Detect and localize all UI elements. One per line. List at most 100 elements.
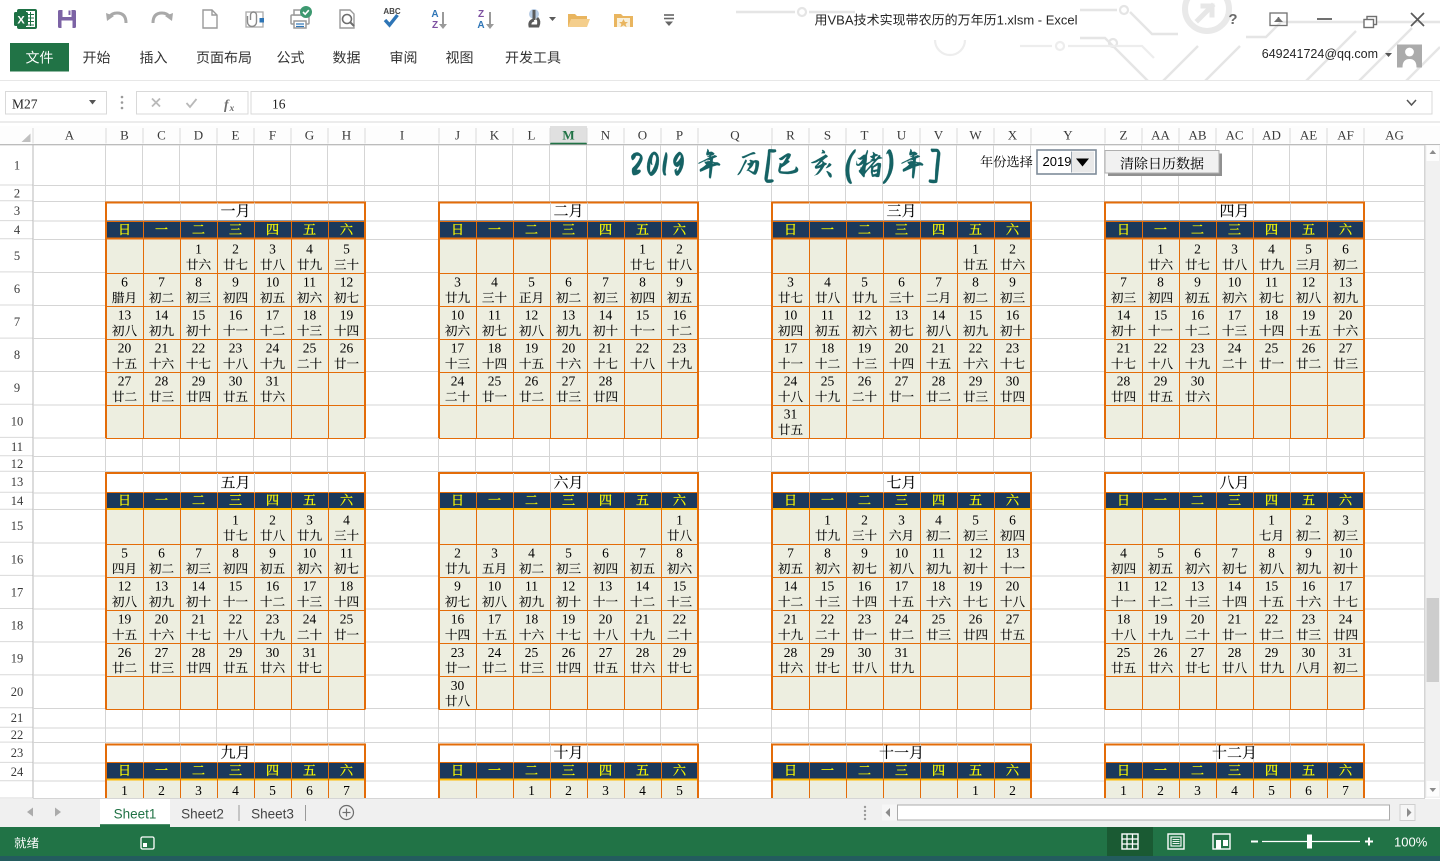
svg-text:16: 16 [266,579,280,594]
svg-text:4: 4 [1120,546,1127,561]
svg-text:VBA: VBA [828,13,854,28]
svg-text:13: 13 [599,579,613,594]
svg-text:27: 27 [599,645,613,660]
svg-text:14: 14 [599,308,613,323]
svg-text:11: 11 [1265,275,1278,290]
svg-text:24: 24 [303,612,317,627]
svg-text:10: 10 [488,579,502,594]
svg-text:2: 2 [1157,783,1164,798]
svg-text:13: 13 [1191,579,1205,594]
svg-text:22: 22 [636,341,650,356]
svg-text:4: 4 [639,783,646,798]
svg-text:25: 25 [821,374,835,389]
svg-text:25: 25 [1117,645,1131,660]
svg-text:18: 18 [11,619,24,633]
svg-text:30: 30 [858,645,872,660]
svg-text:29: 29 [969,374,983,389]
svg-text:1: 1 [14,159,20,173]
svg-text:9: 9 [269,546,276,561]
svg-text:18: 18 [488,341,502,356]
svg-text:19: 19 [340,308,354,323]
svg-text:3: 3 [491,546,498,561]
svg-text:7: 7 [1342,783,1349,798]
svg-text:6: 6 [1009,512,1016,527]
svg-text:16: 16 [1006,308,1020,323]
svg-text:U: U [897,128,907,143]
svg-text:11: 11 [303,275,316,290]
svg-text:24: 24 [488,645,502,660]
svg-text:26: 26 [969,612,983,627]
svg-text:25: 25 [1265,341,1279,356]
svg-text:31: 31 [266,374,280,389]
svg-text:3: 3 [1194,783,1201,798]
svg-text:5: 5 [861,275,868,290]
svg-text:14: 14 [11,494,24,508]
svg-text:23: 23 [1006,341,1020,356]
svg-text:A: A [477,20,484,31]
svg-text:10: 10 [303,546,317,561]
svg-text:20: 20 [1006,579,1020,594]
svg-text:1: 1 [121,783,128,798]
svg-text:4: 4 [935,512,942,527]
svg-text:P: P [676,128,683,143]
svg-text:27: 27 [1006,612,1020,627]
svg-text:19: 19 [858,341,872,356]
svg-text:13: 13 [118,308,132,323]
svg-text:24: 24 [11,765,24,779]
svg-text:13: 13 [155,579,169,594]
svg-text:8: 8 [1268,546,1275,561]
svg-text:16: 16 [272,97,286,112]
svg-text:15: 15 [821,579,835,594]
svg-text:10: 10 [1228,275,1242,290]
svg-text:5: 5 [269,783,276,798]
svg-text:14: 14 [1228,579,1242,594]
svg-text:23: 23 [1191,341,1205,356]
svg-text:9: 9 [676,275,683,290]
svg-text:14: 14 [932,308,946,323]
svg-text:B: B [120,128,129,143]
svg-text:1.xlsm - Excel: 1.xlsm - Excel [997,13,1078,28]
svg-text:Q: Q [730,128,740,143]
svg-text:6: 6 [602,546,609,561]
svg-text:22: 22 [821,612,835,627]
svg-text:8: 8 [1157,275,1164,290]
svg-text:19: 19 [969,579,983,594]
svg-text:5: 5 [676,783,683,798]
svg-text:9: 9 [1305,546,1312,561]
svg-text:25: 25 [340,612,354,627]
svg-text:6: 6 [1194,546,1201,561]
svg-text:8: 8 [639,275,646,290]
svg-text:AF: AF [1337,128,1354,143]
svg-text:19: 19 [525,341,539,356]
svg-text:1: 1 [972,242,979,257]
svg-text:5: 5 [343,242,350,257]
svg-text:28: 28 [1228,645,1242,660]
svg-text:15: 15 [969,308,983,323]
svg-text:?: ? [1228,11,1237,28]
svg-text:7: 7 [343,783,350,798]
svg-text:8: 8 [972,275,979,290]
svg-text:9: 9 [1009,275,1016,290]
svg-text:2: 2 [232,242,239,257]
svg-text:J: J [455,128,460,143]
svg-text:15: 15 [1154,308,1168,323]
svg-text:29: 29 [1265,645,1279,660]
svg-text:3: 3 [306,512,313,527]
svg-text:23: 23 [1302,612,1316,627]
svg-text:11: 11 [525,579,538,594]
svg-text:10: 10 [266,275,280,290]
svg-text:30: 30 [451,678,465,693]
svg-text:8: 8 [232,546,239,561]
svg-text:17: 17 [784,341,798,356]
svg-text:3: 3 [454,275,461,290]
svg-text:26: 26 [525,374,539,389]
svg-text:14: 14 [784,579,798,594]
svg-text:2: 2 [861,512,868,527]
svg-text:20: 20 [599,612,613,627]
svg-text:4: 4 [1268,242,1275,257]
svg-text:18: 18 [525,612,539,627]
svg-text:28: 28 [1117,374,1131,389]
svg-text:16: 16 [229,308,243,323]
svg-text:23: 23 [266,612,280,627]
svg-text:1: 1 [195,242,202,257]
